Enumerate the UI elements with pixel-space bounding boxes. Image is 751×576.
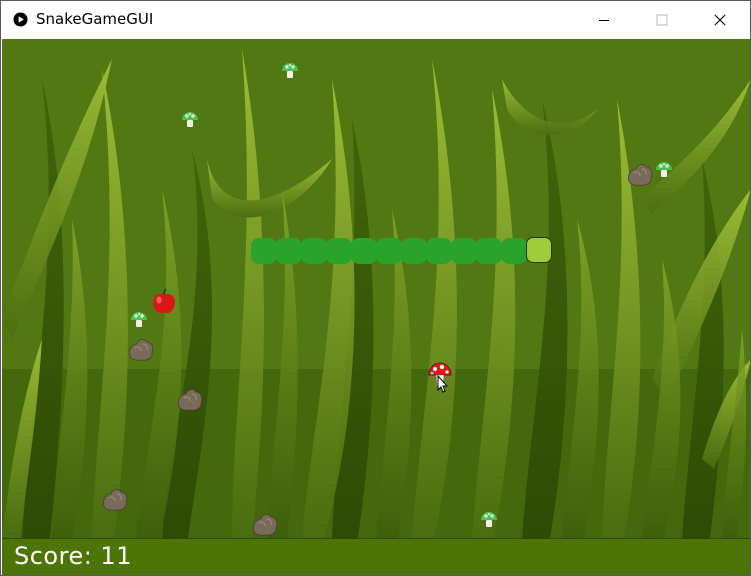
minimize-button[interactable]: [575, 1, 633, 38]
green-mushroom-icon: [481, 512, 497, 527]
score-label: Score: 11: [14, 542, 132, 570]
rock-icon: [103, 489, 128, 511]
close-button[interactable]: [691, 1, 749, 38]
snake-segment: [276, 238, 302, 264]
maximize-icon: [656, 14, 668, 25]
rock-icon: [253, 514, 278, 536]
grass-background: [2, 39, 750, 538]
maximize-button[interactable]: [633, 1, 691, 38]
snake-segment: [426, 238, 452, 264]
snake-segment: [376, 238, 402, 264]
window-title: SnakeGameGUI: [36, 10, 154, 28]
score-bar: Score: 11: [2, 538, 750, 575]
snake-segment: [501, 238, 527, 264]
snake-segment: [326, 238, 352, 264]
green-mushroom-icon: [182, 112, 198, 127]
snake-segment: [401, 238, 427, 264]
rock-icon: [178, 389, 203, 411]
snake-segment: [476, 238, 502, 264]
apple-icon: [153, 288, 175, 314]
game-board[interactable]: [2, 39, 750, 538]
close-icon: [714, 14, 726, 25]
rock-icon: [129, 339, 154, 361]
game-window: SnakeGameGUI Score: 11: [0, 0, 751, 576]
green-mushroom-icon: [131, 312, 147, 327]
snake-head: [526, 237, 552, 263]
snake-segment: [451, 238, 477, 264]
green-mushroom-icon: [282, 63, 298, 78]
snake-segment: [301, 238, 327, 264]
title-bar[interactable]: SnakeGameGUI: [1, 1, 750, 38]
green-mushroom-icon: [656, 162, 672, 177]
mouse-cursor-icon: [437, 375, 449, 393]
rock-icon: [628, 164, 653, 186]
snake-segment: [251, 238, 277, 264]
minimize-icon: [599, 19, 609, 21]
play-circle-icon: [13, 12, 28, 27]
snake-segment: [351, 238, 377, 264]
